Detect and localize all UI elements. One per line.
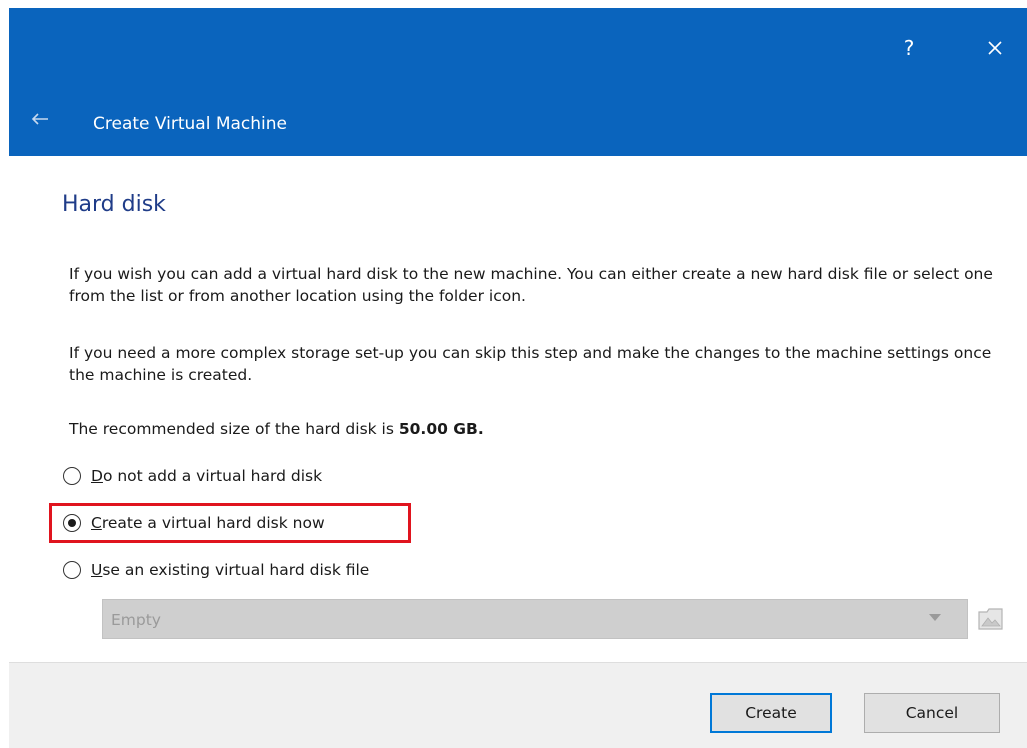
create-vm-dialog: ? Create Virtual Machine Hard disk If yo… [0,0,1027,748]
cancel-button[interactable]: Cancel [864,693,1000,733]
radio-label[interactable]: Use an existing virtual hard disk file [91,559,369,581]
help-button[interactable]: ? [889,30,929,66]
chevron-down-icon [929,614,941,621]
wizard-content: Hard disk If you wish you can add a virt… [9,156,1027,656]
accelerator-key: C [91,514,102,532]
disk-select-value: Empty [111,611,161,629]
label-text: se an existing virtual hard disk file [102,561,370,579]
radio-label[interactable]: Create a virtual hard disk now [91,512,325,534]
choose-disk-file-button[interactable] [974,602,1008,636]
description-paragraph-1: If you wish you can add a virtual hard d… [69,265,993,305]
create-button[interactable]: Create [710,693,832,733]
label-text: reate a virtual hard disk now [101,514,325,532]
wizard-title: Create Virtual Machine [93,114,288,134]
label-text: o not add a virtual hard disk [102,467,323,485]
recommended-suffix: . [477,420,484,438]
recommended-prefix: The recommended size of the hard disk is [69,420,399,438]
title-bar: ? Create Virtual Machine [9,8,1027,156]
radio-button-selected[interactable] [63,514,81,532]
accelerator-key: D [91,467,103,485]
radio-label[interactable]: Do not add a virtual hard disk [91,465,322,487]
close-button[interactable] [971,30,1019,66]
radio-button[interactable] [63,467,81,485]
recommended-size-value: 50.00 GB [398,420,478,438]
existing-disk-select[interactable]: Empty [102,599,968,639]
radio-button[interactable] [63,561,81,579]
radio-create-disk[interactable]: Create a virtual hard disk now [63,508,325,538]
section-title: Hard disk [62,192,166,217]
back-button[interactable] [27,108,57,132]
folder-icon [978,608,1003,630]
accelerator-key: U [91,561,103,579]
recommended-size-text: The recommended size of the hard disk is… [69,418,1014,440]
dialog-footer: Create Cancel [9,662,1027,748]
close-icon [988,41,1002,55]
back-arrow-icon [31,113,48,125]
radio-existing-disk[interactable]: Use an existing virtual hard disk file [63,555,369,585]
radio-no-disk[interactable]: Do not add a virtual hard disk [63,461,322,491]
help-icon: ? [903,36,915,60]
description-paragraph-2: If you need a more complex storage set-u… [69,344,992,384]
